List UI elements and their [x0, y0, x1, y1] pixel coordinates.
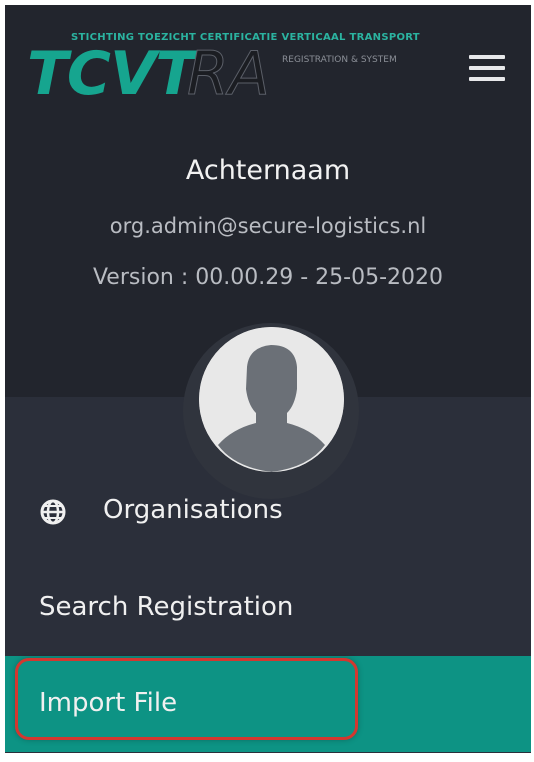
user-silhouette-icon[interactable] [199, 327, 344, 472]
logo[interactable]: STICHTING TOEZICHT CERTIFICATIE VERTICAA… [27, 27, 447, 110]
hamburger-menu-icon[interactable] [469, 55, 505, 83]
logo-brand: TCVT [27, 39, 196, 109]
user-email: org.admin@secure-logistics.nl [109, 214, 427, 238]
user-name: Achternaam [185, 155, 351, 186]
menu-item-search-registration[interactable]: Search Registration [5, 560, 531, 656]
sidebar: STICHTING TOEZICHT CERTIFICATIE VERTICAA… [5, 5, 531, 753]
logo-subtext: REGISTRATION & SYSTEM [282, 55, 397, 65]
version-label: Version : 00.00.29 - 25-05-2020 [92, 265, 444, 290]
menu-item-label: Organisations [103, 495, 283, 525]
highlight-annotation [15, 658, 358, 740]
menu-item-organisations[interactable]: Organisations [5, 463, 531, 559]
menu-item-label: Search Registration [39, 592, 294, 622]
logo-brand-suffix: RA [187, 39, 271, 110]
globe-icon [40, 499, 66, 525]
